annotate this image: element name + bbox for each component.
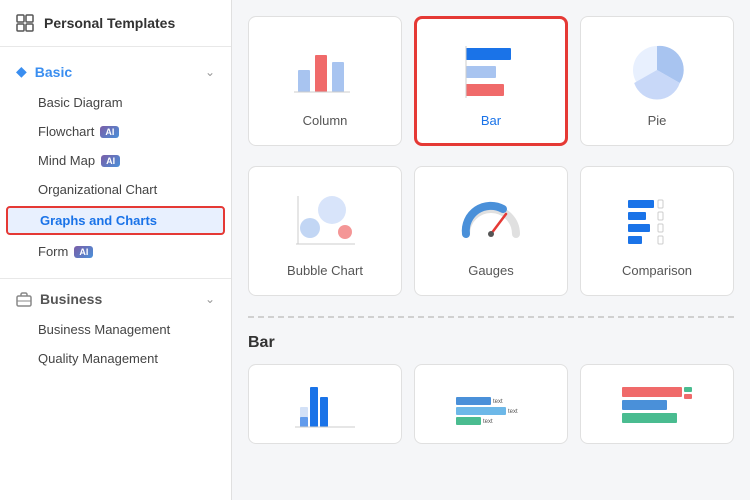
- svg-text:text: text: [508, 409, 518, 415]
- graphs-charts-item[interactable]: Graphs and Charts: [6, 206, 225, 235]
- basic-section-title: Basic: [35, 64, 72, 80]
- pie-template-card[interactable]: Pie: [580, 16, 734, 146]
- bubble-chart-card[interactable]: Bubble Chart: [248, 166, 402, 296]
- svg-text:text: text: [493, 399, 503, 405]
- bar-chart-icon: [451, 35, 531, 105]
- flowchart-item[interactable]: Flowchart AI: [0, 117, 231, 146]
- bar-template-3[interactable]: [580, 364, 734, 444]
- mind-map-ai-badge: AI: [101, 155, 120, 167]
- column-chart-icon: [285, 35, 365, 105]
- bubble-chart-icon: [285, 185, 365, 255]
- briefcase-icon: [16, 291, 32, 307]
- basic-diagram-label: Basic Diagram: [38, 95, 123, 110]
- bar-section-grid: text text text: [248, 364, 734, 444]
- flowchart-ai-badge: AI: [100, 126, 119, 138]
- section-divider: [248, 316, 734, 318]
- quality-management-label: Quality Management: [38, 351, 158, 366]
- form-item[interactable]: Form AI: [0, 237, 231, 266]
- comparison-label: Comparison: [622, 263, 692, 278]
- form-label: Form: [38, 244, 68, 259]
- quality-management-item[interactable]: Quality Management: [0, 344, 231, 373]
- org-chart-item[interactable]: Organizational Chart: [0, 175, 231, 204]
- comparison-card[interactable]: Comparison: [580, 166, 734, 296]
- flowchart-label: Flowchart: [38, 124, 94, 139]
- business-section-left: Business: [16, 291, 102, 307]
- svg-text:text: text: [483, 419, 493, 425]
- business-section-header[interactable]: Business ⌄: [0, 283, 231, 315]
- basic-section-header[interactable]: ◆ Basic ⌄: [0, 55, 231, 88]
- comparison-icon: [617, 185, 697, 255]
- basic-diagram-item[interactable]: Basic Diagram: [0, 88, 231, 117]
- chevron-down-icon: ⌄: [205, 65, 215, 79]
- bottom-templates-grid: Bubble Chart Gauges: [248, 166, 734, 296]
- business-section-title: Business: [40, 291, 102, 307]
- business-management-item[interactable]: Business Management: [0, 315, 231, 344]
- gauges-icon: [451, 185, 531, 255]
- gauges-label: Gauges: [468, 263, 514, 278]
- mind-map-label: Mind Map: [38, 153, 95, 168]
- basic-section: ◆ Basic ⌄ Basic Diagram Flowchart AI Min…: [0, 47, 231, 274]
- basic-section-header-left: ◆ Basic: [16, 63, 72, 80]
- mind-map-item[interactable]: Mind Map AI: [0, 146, 231, 175]
- sidebar-divider: [0, 278, 231, 279]
- top-templates-grid: Column Bar Pie: [248, 16, 734, 146]
- sidebar-header: Personal Templates: [0, 0, 231, 47]
- grid-icon: [16, 14, 34, 32]
- bar-template-card[interactable]: Bar: [414, 16, 568, 146]
- bar-template-2[interactable]: text text text: [414, 364, 568, 444]
- bar-template-label: Bar: [481, 113, 501, 128]
- gauges-card[interactable]: Gauges: [414, 166, 568, 296]
- diamond-icon: ◆: [16, 63, 27, 80]
- sidebar-header-title: Personal Templates: [44, 15, 175, 31]
- pie-chart-icon: [617, 35, 697, 105]
- bar-section-label: Bar: [248, 334, 734, 352]
- form-ai-badge: AI: [74, 246, 93, 258]
- main-content: Column Bar Pie: [232, 0, 750, 500]
- business-chevron-icon: ⌄: [205, 292, 215, 306]
- column-template-card[interactable]: Column: [248, 16, 402, 146]
- org-chart-label: Organizational Chart: [38, 182, 157, 197]
- sidebar: Personal Templates ◆ Basic ⌄ Basic Diagr…: [0, 0, 232, 500]
- graphs-charts-label: Graphs and Charts: [40, 213, 157, 228]
- bubble-chart-label: Bubble Chart: [287, 263, 363, 278]
- bar-template-1[interactable]: [248, 364, 402, 444]
- pie-template-label: Pie: [648, 113, 667, 128]
- business-management-label: Business Management: [38, 322, 170, 337]
- column-template-label: Column: [303, 113, 348, 128]
